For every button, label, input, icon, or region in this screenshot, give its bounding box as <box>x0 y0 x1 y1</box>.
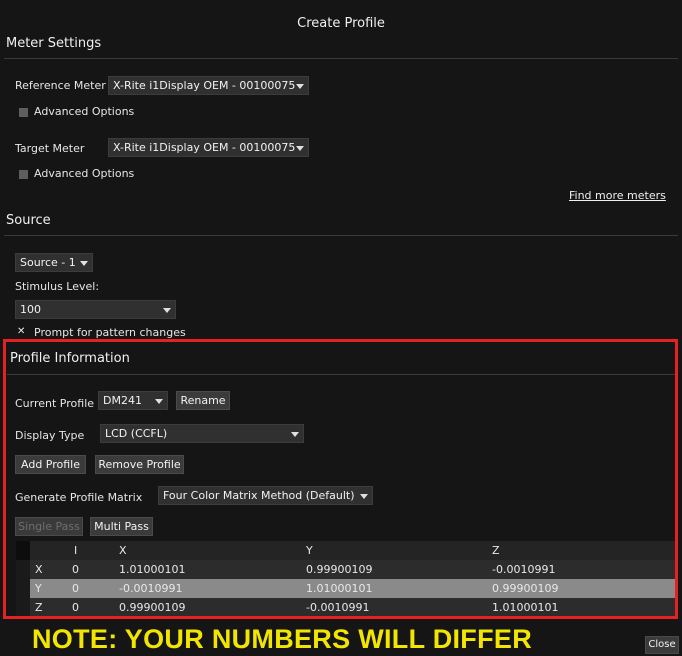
reference-meter-select[interactable]: X-Rite i1Display OEM - 00100075 <box>108 76 309 95</box>
source-value: Source - 1 <box>20 256 76 269</box>
stimulus-level-label: Stimulus Level: <box>15 280 100 293</box>
stimulus-level-select[interactable]: 100 <box>15 300 176 319</box>
meter-settings-heading: Meter Settings <box>6 36 102 51</box>
chevron-down-icon <box>296 84 304 89</box>
divider <box>4 235 678 236</box>
create-profile-window: Create Profile Meter Settings Reference … <box>0 0 682 656</box>
note-annotation: NOTE: YOUR NUMBERS WILL DIFFER <box>32 624 532 654</box>
find-more-meters-link[interactable]: Find more meters <box>569 189 666 202</box>
target-advanced-checkbox[interactable] <box>19 170 28 179</box>
target-meter-select[interactable]: X-Rite i1Display OEM - 00100075 <box>108 138 309 157</box>
source-select[interactable]: Source - 1 <box>15 253 93 272</box>
highlight-annotation-box <box>3 339 678 619</box>
window-title: Create Profile <box>297 16 385 31</box>
prompt-pattern-checkbox[interactable]: ✕ <box>17 327 25 337</box>
reference-meter-value: X-Rite i1Display OEM - 00100075 <box>113 79 296 92</box>
stimulus-level-value: 100 <box>20 303 41 316</box>
target-meter-label: Target Meter <box>15 142 85 155</box>
chevron-down-icon <box>296 146 304 151</box>
prompt-pattern-label: Prompt for pattern changes <box>34 326 186 339</box>
reference-meter-label: Reference Meter <box>15 79 106 92</box>
chevron-down-icon <box>163 308 171 313</box>
reference-advanced-checkbox[interactable] <box>19 108 28 117</box>
close-button[interactable]: Close <box>645 636 679 654</box>
source-heading: Source <box>6 213 51 228</box>
reference-advanced-label: Advanced Options <box>34 105 135 118</box>
chevron-down-icon <box>80 261 88 266</box>
target-meter-value: X-Rite i1Display OEM - 00100075 <box>113 141 296 154</box>
target-advanced-label: Advanced Options <box>34 167 135 180</box>
divider <box>4 58 678 59</box>
